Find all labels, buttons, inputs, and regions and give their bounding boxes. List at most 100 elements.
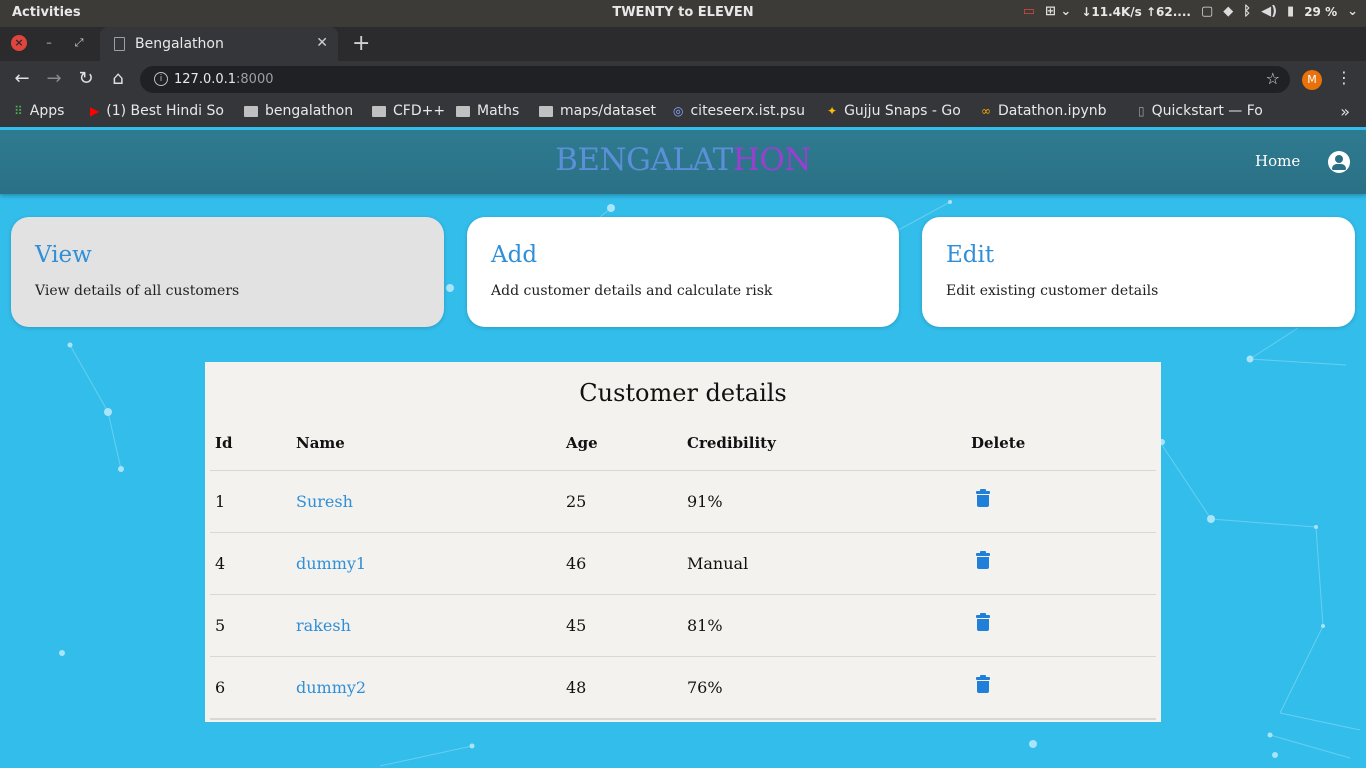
bookmark-cfd[interactable]: CFD++	[372, 103, 445, 119]
url-port: :8000	[236, 72, 274, 87]
network-indicator-icon[interactable]: ⊞ ⌄	[1045, 4, 1071, 19]
nav-home-link[interactable]: Home	[1255, 152, 1300, 170]
citeseer-icon: ◎	[673, 104, 684, 118]
bookmarks-overflow-icon[interactable]: »	[1340, 102, 1350, 121]
add-card[interactable]: Add Add customer details and calculate r…	[467, 217, 899, 327]
url-text[interactable]: 127.0.0.1:8000	[174, 72, 274, 87]
net-speed[interactable]: ↓11.4K/s ↑62....	[1081, 5, 1191, 19]
trash-icon[interactable]	[976, 675, 990, 693]
activities-button[interactable]: Activities	[12, 5, 81, 20]
volume-icon[interactable]: ◀)	[1261, 4, 1277, 19]
address-bar[interactable]: i 127.0.0.1:8000 ☆	[140, 66, 1290, 93]
account-icon-head	[1335, 155, 1343, 163]
bookmark-label: CFD++	[393, 103, 446, 119]
bookmark-quickstart[interactable]: ▯ Quickstart — Fo	[1138, 103, 1272, 119]
bookmark-datathon[interactable]: ∞ Datathon.ipynb	[981, 103, 1115, 119]
bookmark-apps[interactable]: ⠿ Apps	[14, 103, 64, 119]
bookmark-citeseerx[interactable]: ◎ citeseerx.ist.psu	[673, 103, 810, 119]
bookmark-maps-dataset[interactable]: maps/dataset	[539, 103, 656, 119]
browser-tab-strip: × – ⤢ Bengalathon ✕ +	[0, 27, 1366, 61]
cell-credibility: 81%	[687, 616, 723, 635]
table-header: Id Name Age Credibility Delete	[205, 434, 1161, 470]
cell-age: 48	[566, 678, 587, 697]
trash-icon[interactable]	[976, 613, 990, 631]
col-header-id: Id	[215, 434, 233, 452]
page-icon	[114, 37, 125, 51]
col-header-name: Name	[296, 434, 345, 452]
cell-id: 5	[215, 616, 226, 635]
bookmark-label: Apps	[29, 103, 65, 119]
cell-id: 6	[215, 678, 226, 697]
tab-close-icon[interactable]: ✕	[316, 35, 328, 51]
edit-card[interactable]: Edit Edit existing customer details	[922, 217, 1355, 327]
table-row: 4 dummy1 46 Manual	[210, 532, 1156, 594]
web-page: BENGALATHON Home View View details of al…	[0, 130, 1366, 768]
bookmark-star-icon[interactable]: ☆	[1266, 69, 1280, 88]
back-arrow-icon[interactable]: ←	[11, 68, 33, 89]
brand-part-1: BENGALAT	[555, 142, 733, 178]
bookmark-gujju-snaps[interactable]: ✦ Gujju Snaps - Go	[827, 103, 965, 119]
trash-icon[interactable]	[976, 551, 990, 569]
cell-name-link[interactable]: Suresh	[296, 492, 353, 511]
bookmark-label: Datathon.ipynb	[998, 103, 1107, 119]
site-info-icon[interactable]: i	[154, 72, 168, 86]
home-icon[interactable]: ⌂	[107, 68, 129, 89]
card-title: Add	[491, 242, 538, 268]
col-header-delete: Delete	[971, 434, 1026, 452]
cast-icon[interactable]: ▢	[1201, 4, 1213, 19]
folder-icon	[456, 105, 470, 117]
table-title: Customer details	[579, 379, 787, 407]
bookmark-bengalathon[interactable]: bengalathon	[244, 103, 353, 119]
youtube-icon: ▶	[90, 104, 100, 118]
table-bottom-divider	[210, 718, 1156, 720]
cell-age: 25	[566, 492, 587, 511]
account-icon[interactable]	[1328, 151, 1350, 173]
tab-title: Bengalathon	[135, 36, 224, 52]
window-maximize-icon[interactable]: ⤢	[71, 35, 87, 51]
bookmark-label: Gujju Snaps - Go	[844, 103, 961, 119]
brand-logo[interactable]: BENGALATHON	[0, 142, 1366, 178]
app-navbar: BENGALATHON Home	[0, 130, 1366, 194]
folder-icon	[372, 105, 386, 117]
bookmark-label: citeseerx.ist.psu	[690, 103, 805, 119]
bookmark-label: (1) Best Hindi So	[106, 103, 224, 119]
cell-id: 4	[215, 554, 226, 573]
bookmark-youtube[interactable]: ▶ (1) Best Hindi So	[90, 103, 226, 119]
brand-part-2: HON	[732, 142, 812, 178]
browser-menu-icon[interactable]: ⋮	[1336, 68, 1352, 87]
tab-bengalathon[interactable]: Bengalathon ✕	[100, 27, 338, 61]
card-title: View	[35, 242, 92, 268]
bookmarks-bar: ⠿ Apps ▶ (1) Best Hindi So bengalathon C…	[0, 97, 1366, 127]
forward-arrow-icon[interactable]: →	[43, 68, 65, 89]
folder-icon	[244, 105, 258, 117]
cell-credibility: 76%	[687, 678, 723, 697]
folder-icon	[539, 105, 553, 117]
cell-name-link[interactable]: rakesh	[296, 616, 351, 635]
cell-name-link[interactable]: dummy2	[296, 678, 366, 697]
card-description: Edit existing customer details	[946, 283, 1159, 299]
cell-id: 1	[215, 492, 226, 511]
wifi-icon[interactable]: ◆	[1223, 4, 1233, 19]
view-card[interactable]: View View details of all customers	[11, 217, 444, 327]
bookmark-label: bengalathon	[265, 103, 354, 119]
table-row: 5 rakesh 45 81%	[210, 594, 1156, 656]
battery-level[interactable]: 29 %	[1304, 5, 1337, 19]
table-row: 6 dummy2 48 76%	[210, 656, 1156, 718]
cell-name-link[interactable]: dummy1	[296, 554, 366, 573]
trash-icon[interactable]	[976, 489, 990, 507]
window-minimize-icon[interactable]: –	[41, 35, 57, 51]
cell-age: 45	[566, 616, 587, 635]
colab-icon: ∞	[981, 104, 991, 118]
bluetooth-icon[interactable]: ᛒ	[1243, 4, 1251, 19]
card-title: Edit	[946, 242, 995, 268]
window-close-icon[interactable]: ×	[11, 35, 27, 51]
screen-record-icon[interactable]: ▭	[1023, 4, 1035, 19]
new-tab-icon[interactable]: +	[352, 31, 370, 56]
battery-icon[interactable]: ▮	[1287, 4, 1294, 19]
profile-avatar[interactable]: M	[1302, 70, 1322, 90]
col-header-age: Age	[566, 434, 598, 452]
reload-icon[interactable]: ↻	[75, 68, 97, 89]
chevron-down-icon[interactable]: ⌄	[1347, 4, 1358, 19]
table-row: 1 Suresh 25 91%	[210, 470, 1156, 532]
bookmark-maths[interactable]: Maths	[456, 103, 519, 119]
